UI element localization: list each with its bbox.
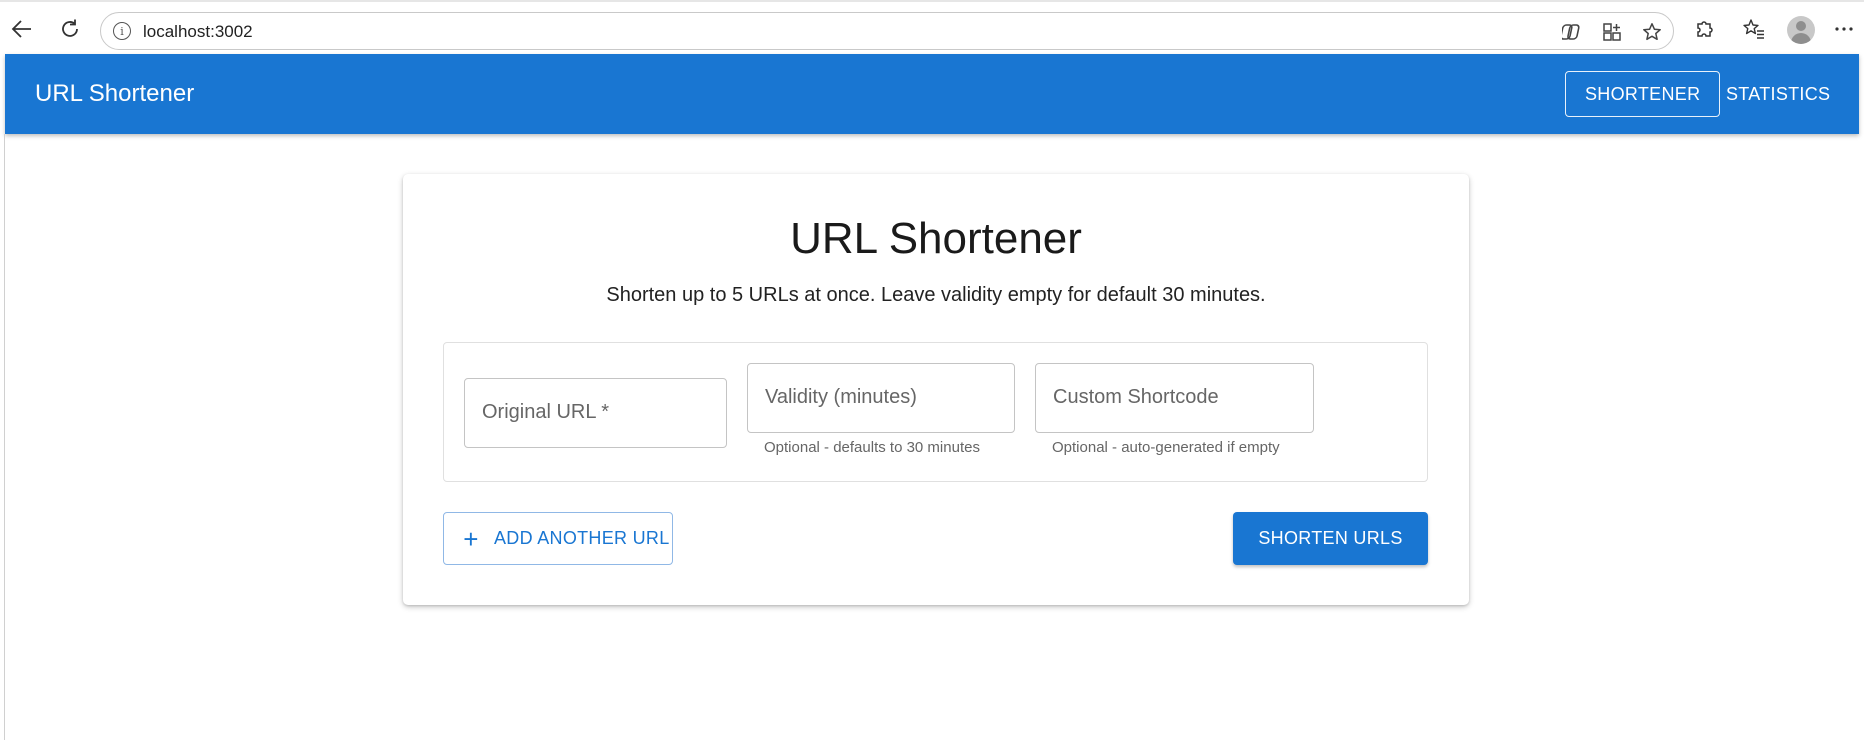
site-info-icon[interactable]: i xyxy=(113,22,131,40)
copilot-icon[interactable] xyxy=(1561,21,1583,43)
address-bar[interactable]: i localhost:3002 xyxy=(100,12,1674,50)
browser-toolbar: i localhost:3002 xyxy=(0,0,1864,54)
nav-statistics-button[interactable]: STATISTICS xyxy=(1707,71,1849,117)
shorten-urls-button[interactable]: SHORTEN URLS xyxy=(1233,512,1428,565)
app-title: URL Shortener xyxy=(35,80,195,107)
add-another-url-label: ADD ANOTHER URL xyxy=(494,528,670,548)
reload-icon[interactable] xyxy=(54,13,86,45)
viewport-edge-divider xyxy=(4,134,5,740)
more-icon[interactable] xyxy=(1828,13,1860,45)
add-another-url-button[interactable]: + ADD ANOTHER URL xyxy=(443,512,673,565)
app-bar: URL Shortener SHORTENER STATISTICS xyxy=(5,54,1859,134)
back-icon[interactable] xyxy=(6,13,38,45)
split-screen-icon[interactable] xyxy=(1601,21,1623,43)
favorites-icon[interactable] xyxy=(1738,13,1770,45)
validity-helper-text: Optional - defaults to 30 minutes xyxy=(764,439,980,456)
page-subtitle: Shorten up to 5 URLs at once. Leave vali… xyxy=(606,284,1266,306)
validity-label: Validity (minutes) xyxy=(765,386,917,408)
page-title: URL Shortener xyxy=(790,214,1082,263)
nav-shortener-button[interactable]: SHORTENER xyxy=(1565,71,1721,117)
address-url: localhost:3002 xyxy=(143,22,253,41)
plus-icon: + xyxy=(463,523,479,554)
url-entry-row: Original URL * Validity (minutes) Option… xyxy=(443,342,1428,482)
favorite-star-icon[interactable] xyxy=(1641,21,1663,43)
validity-minutes-input[interactable]: Validity (minutes) xyxy=(747,363,1015,433)
custom-shortcode-input[interactable]: Custom Shortcode xyxy=(1035,363,1314,433)
profile-avatar[interactable] xyxy=(1787,16,1815,44)
original-url-input[interactable]: Original URL * xyxy=(464,378,727,448)
original-url-label: Original URL * xyxy=(482,401,610,423)
shortcode-helper-text: Optional - auto-generated if empty xyxy=(1052,439,1280,456)
custom-shortcode-label: Custom Shortcode xyxy=(1053,386,1219,408)
extensions-icon[interactable] xyxy=(1688,13,1720,45)
shortener-card: URL Shortener Shorten up to 5 URLs at on… xyxy=(403,174,1469,605)
